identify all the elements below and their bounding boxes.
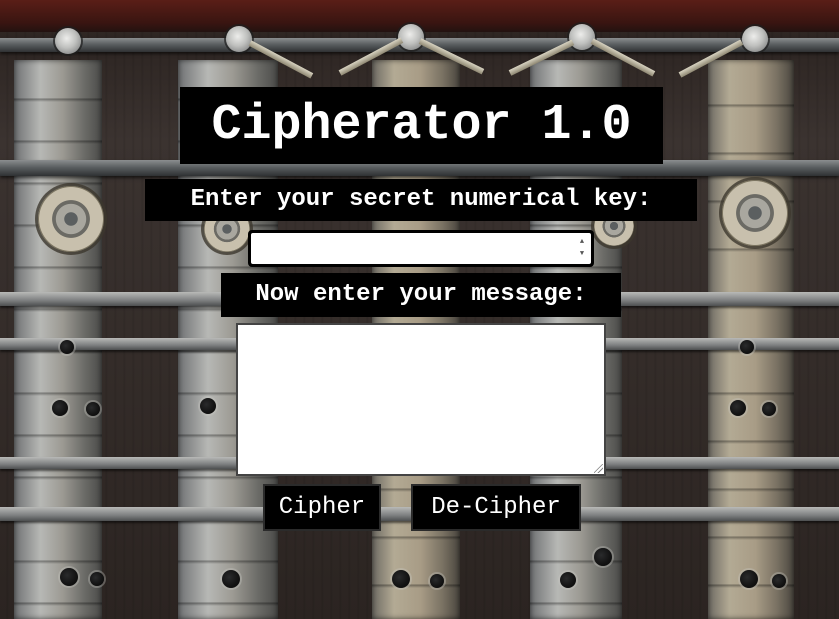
background-hole [740,340,754,354]
background-hole [730,400,746,416]
decipher-button[interactable]: De-Cipher [411,484,581,531]
background-hub [398,24,424,50]
background-hub [569,24,595,50]
background-hole [740,570,758,588]
background-hub [55,28,81,54]
background-hole [560,572,576,588]
app-title: Cipherator 1.0 [180,87,663,164]
background-hole [392,570,410,588]
spinner-down-icon[interactable]: ▼ [576,249,588,262]
spinner-up-icon[interactable]: ▲ [576,236,588,249]
background-hole [60,340,74,354]
resize-grip-icon[interactable] [594,464,603,473]
background-hub [226,26,252,52]
background-hole [222,570,240,588]
message-textarea[interactable] [238,325,604,474]
key-label: Enter your secret numerical key: [145,179,697,221]
background-gear [722,180,788,246]
background-hole [430,574,444,588]
background-hole [762,402,776,416]
message-area-wrapper [236,323,606,476]
background-hole [200,398,216,414]
background-gear [38,186,104,252]
background-hole [772,574,786,588]
message-label: Now enter your message: [221,273,621,317]
number-spinner[interactable]: ▲ ▼ [576,236,588,261]
background-hole [594,548,612,566]
key-number-input[interactable] [251,233,591,264]
background-hole [60,568,78,586]
background-hole [90,572,104,586]
background-hole [52,400,68,416]
background-hole [86,402,100,416]
background-hub [742,26,768,52]
cipher-button[interactable]: Cipher [263,484,381,531]
key-input-wrapper: ▲ ▼ [248,230,594,267]
